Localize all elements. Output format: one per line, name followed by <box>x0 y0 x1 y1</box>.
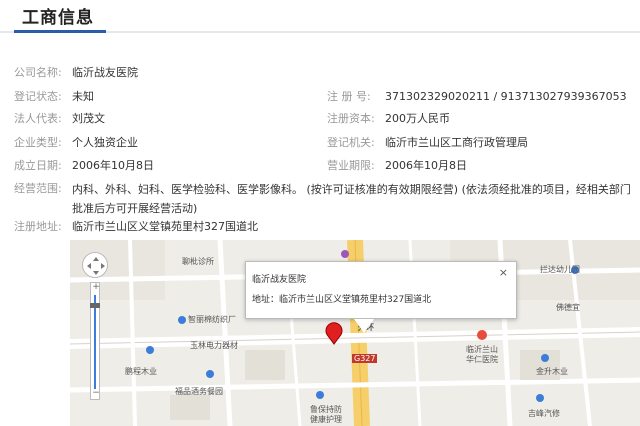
info-window-address: 地址：临沂市兰山区义堂镇苑里村327国道北 <box>252 295 432 305</box>
reg-number-label: 注 册 号: <box>327 90 371 103</box>
row-company-name: 公司名称: 临沂战友医院 <box>0 64 640 82</box>
section-header: 工商信息 <box>0 0 640 40</box>
row-legal-capital: 法人代表: 刘茂文 注册资本: 200万人民币 <box>0 110 640 128</box>
map-highway-badge: G327 <box>352 354 378 363</box>
company-name-value: 临沂战友医院 <box>72 66 138 79</box>
reg-authority-label: 登记机关: <box>327 136 375 149</box>
map-label: 智丽棉纺织厂 <box>188 315 236 324</box>
reg-capital-value: 200万人民币 <box>385 112 450 125</box>
map-label: 华仁医院 <box>466 355 498 364</box>
reg-number-value: 371302329020211 / 913713027939367053 <box>385 90 627 103</box>
pan-arrows-icon <box>87 257 105 275</box>
map-label: 佛德宜 <box>556 303 580 312</box>
founded-label: 成立日期: <box>14 159 62 172</box>
company-name-label: 公司名称: <box>14 66 62 79</box>
location-map[interactable]: 聊枇诊所 智丽棉纺织厂 玉林电力器材 鹏程木业 福品酒务餐园 拦达幼儿园 佛德宜… <box>70 240 640 426</box>
header-accent-bar <box>14 30 106 33</box>
zoom-out-button[interactable]: − <box>91 389 101 399</box>
map-label: 吉峰汽修 <box>528 409 560 418</box>
row-founded-term: 成立日期: 2006年10月8日 营业期限: 2006年10月8日 <box>0 157 640 175</box>
company-type-label: 企业类型: <box>14 136 62 149</box>
founded-value: 2006年10月8日 <box>72 159 154 172</box>
section-title: 工商信息 <box>22 8 94 28</box>
row-status-regnum: 登记状态: 未知 注 册 号: 371302329020211 / 913713… <box>0 88 640 106</box>
map-label: 健康护理 <box>310 415 342 424</box>
zoom-slider[interactable]: + − <box>90 282 100 400</box>
zoom-in-button[interactable]: + <box>91 283 101 293</box>
address-value: 临沂市兰山区义堂镇苑里村327国道北 <box>72 220 258 233</box>
pan-control[interactable] <box>82 252 108 278</box>
map-label: 拦达幼儿园 <box>540 265 580 274</box>
reg-capital-label: 注册资本: <box>327 112 375 125</box>
map-label: 聊枇诊所 <box>182 257 214 266</box>
reg-status-label: 登记状态: <box>14 90 62 103</box>
map-label: 鹏程木业 <box>125 367 157 376</box>
reg-status-value: 未知 <box>72 90 94 103</box>
map-label: 金升木业 <box>536 367 568 376</box>
info-window-pointer <box>354 319 374 333</box>
legal-rep-label: 法人代表: <box>14 112 62 125</box>
info-window: 临沂战友医院 地址：临沂市兰山区义堂镇苑里村327国道北 × <box>245 261 517 333</box>
info-window-title: 临沂战友医院 <box>252 275 307 285</box>
map-label: 玉林电力器材 <box>190 341 238 350</box>
address-label: 注册地址: <box>14 220 62 233</box>
scope-label: 经营范围: <box>14 182 62 195</box>
reg-authority-value: 临沂市兰山区工商行政管理局 <box>385 136 528 149</box>
business-term-value: 2006年10月8日 <box>385 159 467 172</box>
legal-rep-value: 刘茂文 <box>72 112 105 125</box>
map-label: 福品酒务餐园 <box>175 387 223 396</box>
zoom-track <box>94 295 96 389</box>
zoom-handle[interactable] <box>90 303 100 308</box>
business-term-label: 营业期限: <box>327 159 375 172</box>
scope-value: 内科、外科、妇科、医学检验科、医学影像科。 (按许可证核准的有效期限经营) (依… <box>72 183 631 215</box>
row-scope: 经营范围: 内科、外科、妇科、医学检验科、医学影像科。 (按许可证核准的有效期限… <box>0 180 640 220</box>
close-icon[interactable]: × <box>499 266 508 279</box>
row-type-authority: 企业类型: 个人独资企业 登记机关: 临沂市兰山区工商行政管理局 <box>0 134 640 152</box>
row-address: 注册地址: 临沂市兰山区义堂镇苑里村327国道北 <box>0 218 640 236</box>
company-type-value: 个人独资企业 <box>72 136 138 149</box>
